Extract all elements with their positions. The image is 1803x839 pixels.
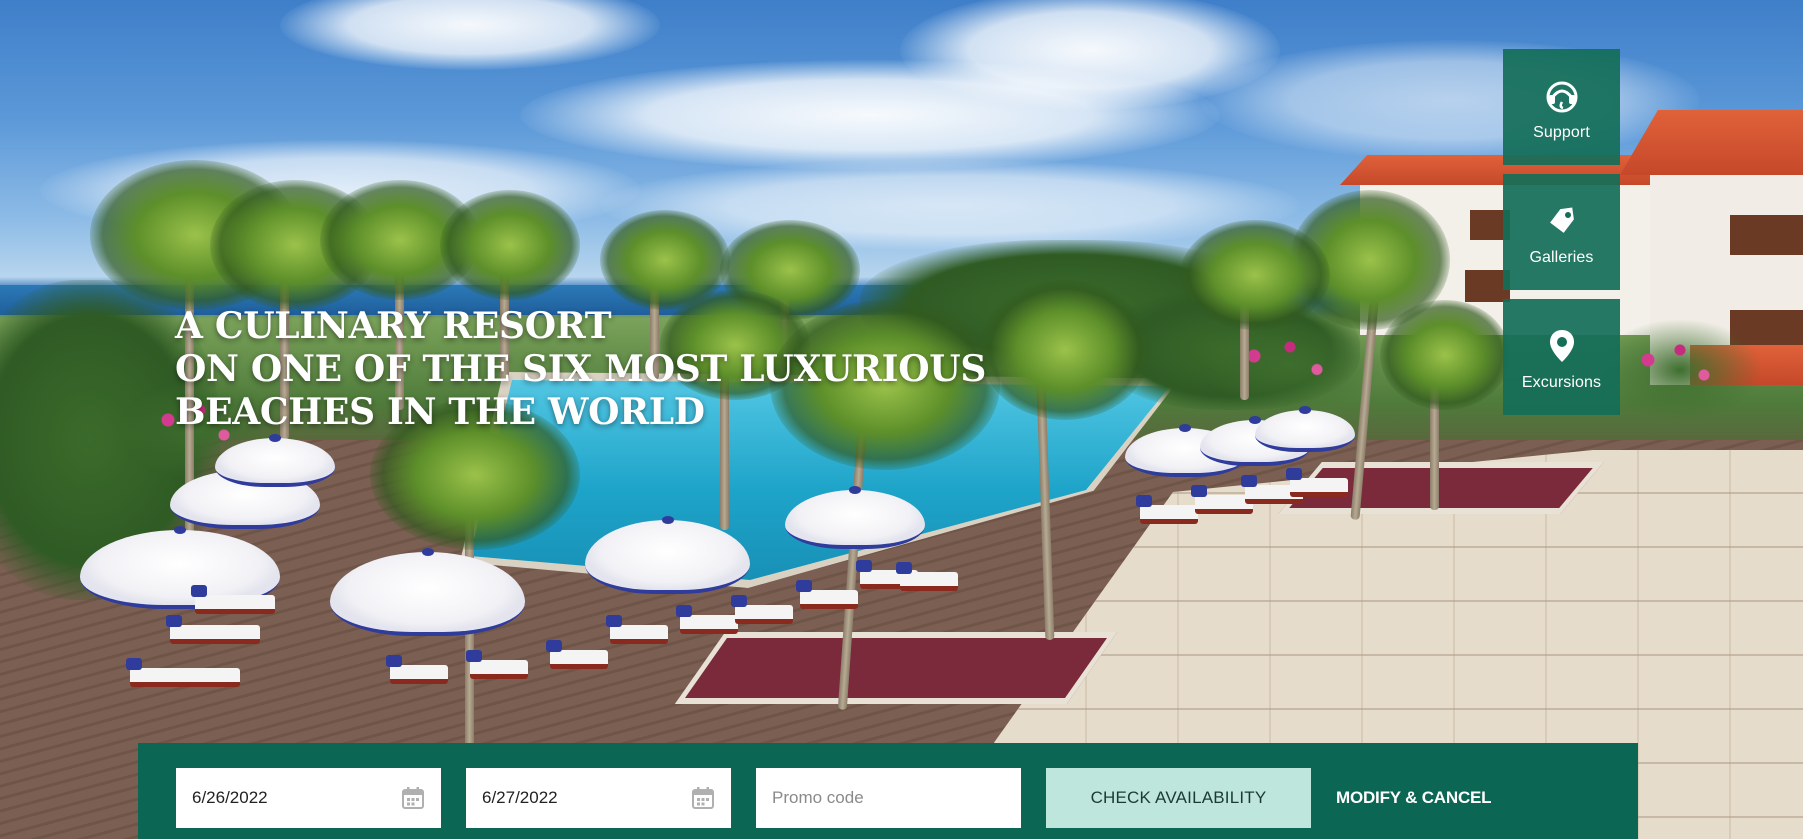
side-nav-galleries[interactable]: Galleries bbox=[1503, 174, 1620, 290]
map-pin-icon bbox=[1542, 326, 1582, 366]
side-quick-links: Support Galleries Excursions bbox=[1503, 49, 1620, 424]
arrival-date-field[interactable]: 6/26/2022 bbox=[176, 768, 441, 828]
hero-headline: A CULINARY RESORT ON ONE OF THE SIX MOST… bbox=[175, 305, 995, 434]
departure-date-value: 6/27/2022 bbox=[482, 788, 558, 807]
side-nav-excursions-label: Excursions bbox=[1521, 374, 1602, 391]
side-nav-excursions[interactable]: Excursions bbox=[1503, 299, 1620, 415]
side-nav-support-label: Support bbox=[1533, 124, 1590, 141]
modify-cancel-link[interactable]: MODIFY & CANCEL bbox=[1336, 768, 1492, 828]
tag-icon bbox=[1542, 201, 1582, 241]
booking-bar: 6/26/2022 6/27/2022 Promo code CHECK AVA… bbox=[138, 743, 1638, 839]
promo-code-input[interactable] bbox=[772, 788, 1005, 808]
arrival-date-value: 6/26/2022 bbox=[192, 788, 268, 807]
hero-headline-line-2: ON ONE OF THE SIX MOST LUXURIOUS bbox=[175, 348, 987, 390]
calendar-icon[interactable] bbox=[401, 786, 425, 810]
side-nav-galleries-label: Galleries bbox=[1529, 249, 1594, 266]
calendar-icon[interactable] bbox=[691, 786, 715, 810]
hero-headline-line-1: A CULINARY RESORT bbox=[175, 305, 612, 347]
promo-code-field bbox=[756, 768, 1021, 828]
headset-icon bbox=[1542, 76, 1582, 116]
hero-headline-line-3: BEACHES IN THE WORLD bbox=[175, 391, 705, 433]
check-availability-button[interactable]: CHECK AVAILABILITY bbox=[1046, 768, 1311, 828]
departure-date-field[interactable]: 6/27/2022 bbox=[466, 768, 731, 828]
side-nav-support[interactable]: Support bbox=[1503, 49, 1620, 165]
